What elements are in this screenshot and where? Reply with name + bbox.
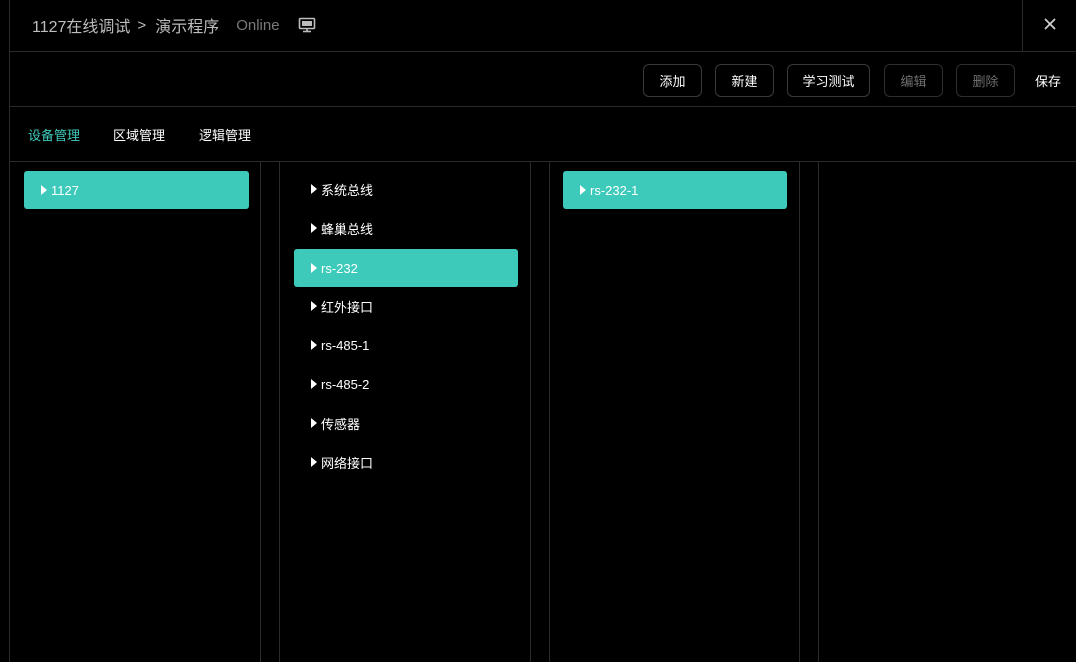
expand-caret-icon: [311, 457, 317, 467]
column-divider: [260, 162, 261, 662]
new-button[interactable]: 新建: [715, 64, 774, 97]
save-button[interactable]: 保存: [1035, 64, 1061, 97]
breadcrumb: 1127在线调试 > 演示程序 Online: [32, 14, 316, 36]
breadcrumb-project[interactable]: 1127在线调试: [32, 13, 130, 37]
close-icon: [1043, 17, 1056, 35]
toolbar: 添加 新建 学习测试 编辑 删除 保存: [10, 52, 1076, 107]
list-item-label: rs-232-1: [590, 182, 639, 198]
tab-area-management[interactable]: 区域管理: [113, 125, 165, 144]
breadcrumb-program: 演示程序: [155, 19, 220, 36]
list-item-label: rs-485-1: [321, 337, 370, 353]
list-item-label: rs-232: [321, 260, 358, 276]
column-divider: [279, 162, 280, 662]
title-bar: 1127在线调试 > 演示程序 Online: [10, 0, 1076, 52]
app-window: 1127在线调试 > 演示程序 Online 添加 新建 学习测试 编辑 删除 …: [0, 0, 1076, 662]
interface-item-rs-485-1[interactable]: rs-485-1: [294, 326, 518, 364]
expand-caret-icon: [311, 223, 317, 233]
edit-button[interactable]: 编辑: [884, 64, 943, 97]
add-button[interactable]: 添加: [643, 64, 702, 97]
expand-caret-icon: [311, 379, 317, 389]
tab-logic-management[interactable]: 逻辑管理: [199, 125, 251, 144]
list-item-label: 传感器: [321, 416, 361, 432]
column-divider: [799, 162, 800, 662]
learn-test-button[interactable]: 学习测试: [787, 64, 870, 97]
column-divider: [549, 162, 550, 662]
interface-item-hive-bus[interactable]: 蜂巢总线: [294, 209, 518, 247]
monitor-icon[interactable]: [298, 16, 316, 34]
list-item-label: 1127: [51, 182, 79, 198]
interface-item-network[interactable]: 网络接口: [294, 443, 518, 481]
interface-item-rs-485-2[interactable]: rs-485-2: [294, 365, 518, 403]
list-item-label: 红外接口: [321, 299, 374, 315]
tab-bar: 设备管理 区域管理 逻辑管理: [10, 107, 1076, 162]
close-button[interactable]: [1022, 0, 1076, 51]
column-divider: [530, 162, 531, 662]
expand-caret-icon: [311, 263, 317, 273]
list-item-label: rs-485-2: [321, 376, 370, 392]
interface-item-infrared[interactable]: 红外接口: [294, 287, 518, 325]
expand-caret-icon: [580, 185, 586, 195]
tab-device-management[interactable]: 设备管理: [28, 125, 80, 144]
delete-button[interactable]: 删除: [956, 64, 1015, 97]
breadcrumb-separator: >: [137, 16, 147, 34]
device-item-1127[interactable]: 1127: [24, 171, 249, 209]
port-item-rs-232-1[interactable]: rs-232-1: [563, 171, 787, 209]
expand-caret-icon: [311, 418, 317, 428]
expand-caret-icon: [311, 184, 317, 194]
list-item-label: 蜂巢总线: [321, 221, 374, 237]
list-item-label: 网络接口: [321, 455, 374, 471]
interface-item-rs-232[interactable]: rs-232: [294, 249, 518, 287]
list-item-label: 系统总线: [321, 182, 374, 198]
connection-status: Online: [236, 16, 280, 34]
interface-item-sensor[interactable]: 传感器: [294, 404, 518, 442]
interface-item-system-bus[interactable]: 系统总线: [294, 170, 518, 208]
expand-caret-icon: [41, 185, 47, 195]
expand-caret-icon: [311, 340, 317, 350]
expand-caret-icon: [311, 301, 317, 311]
column-divider: [818, 162, 819, 662]
